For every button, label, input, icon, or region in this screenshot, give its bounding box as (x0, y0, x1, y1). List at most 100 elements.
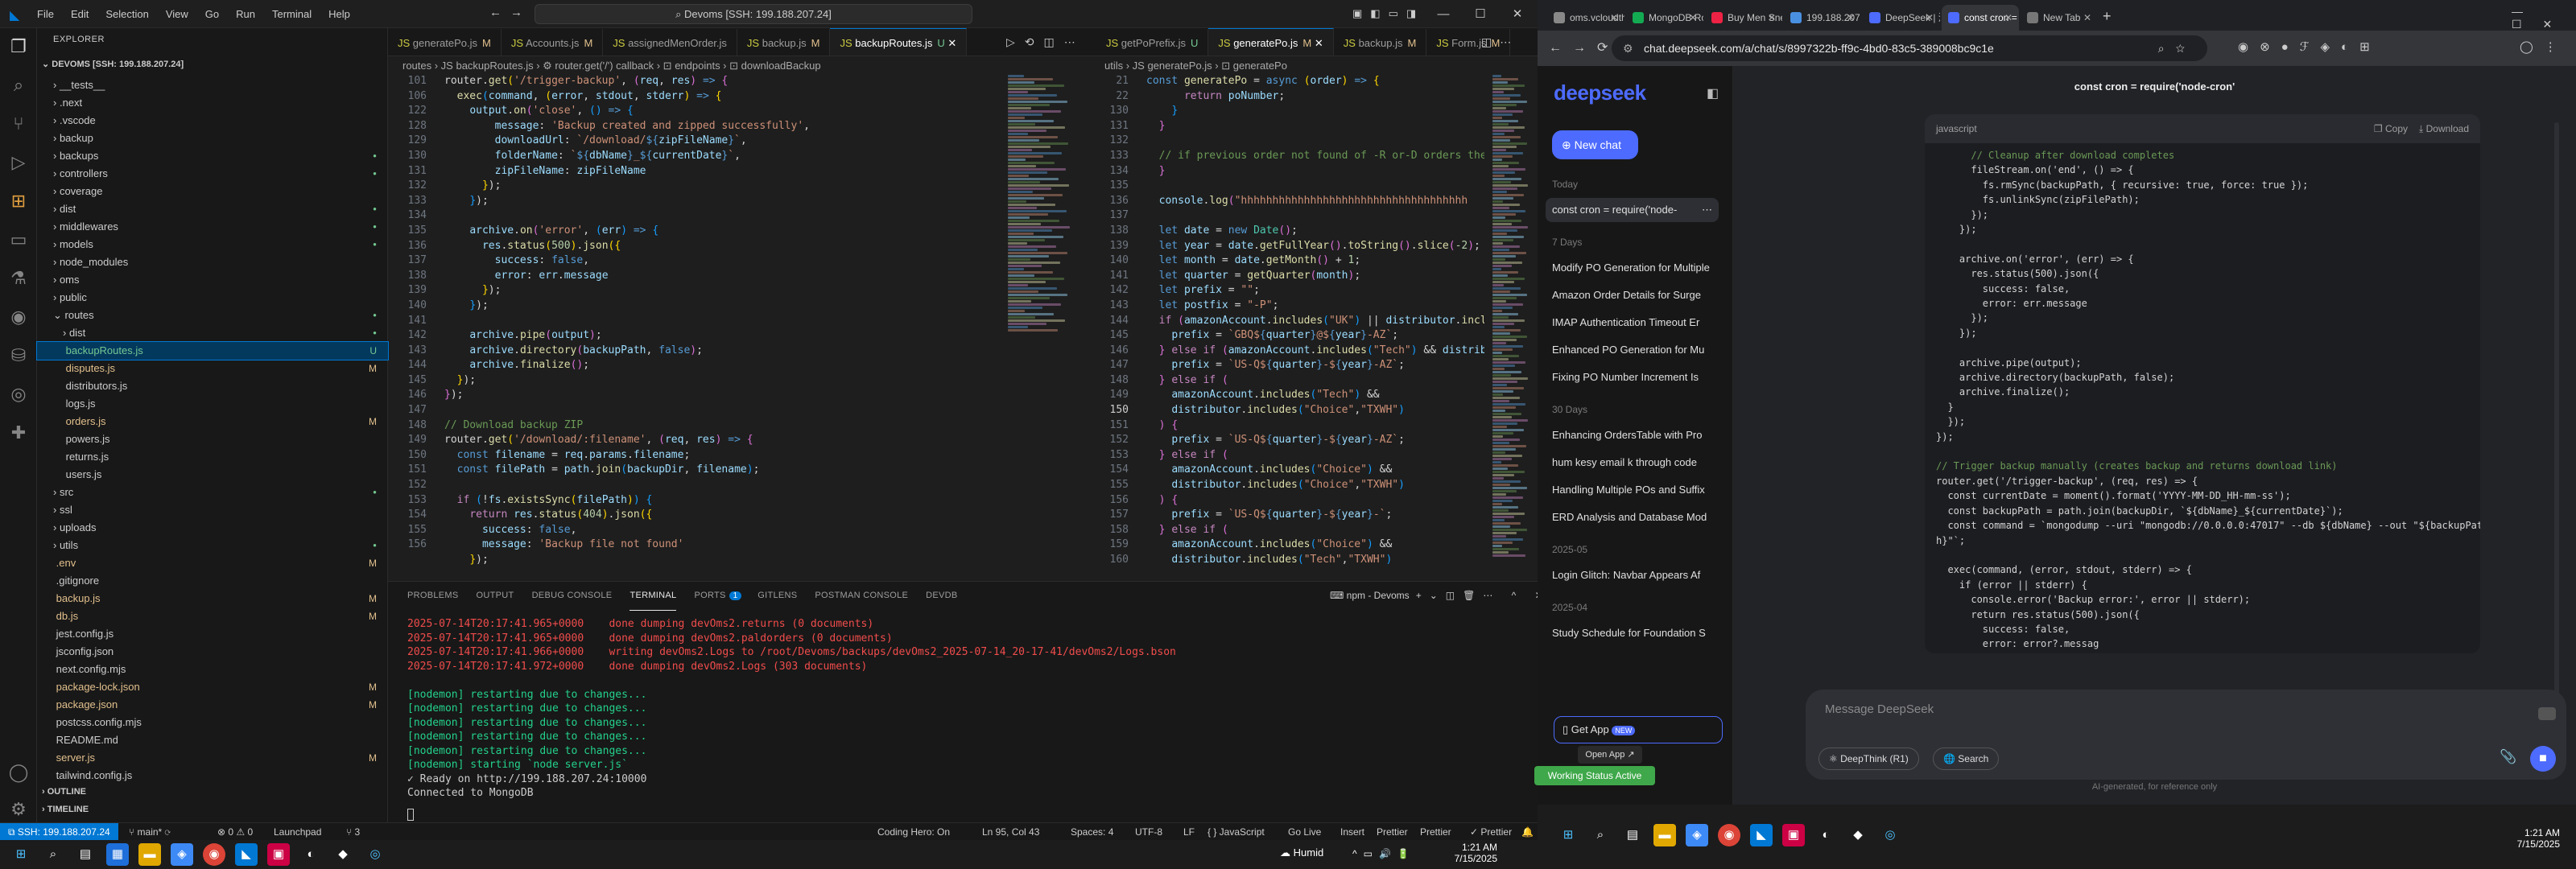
browser-tab[interactable]: const cron = ✕ (1942, 5, 2019, 31)
tree-item[interactable]: backupRoutes.js U (36, 341, 389, 360)
tree-item[interactable]: › .vscode (37, 112, 388, 130)
store-icon[interactable]: ◈ (171, 843, 193, 866)
ports-indicator[interactable]: ⑂ 3 (346, 823, 360, 841)
panel-tab-debug-console[interactable]: DEBUG CONSOLE (532, 582, 613, 610)
tree-item[interactable]: postcss.config.mjs (37, 714, 388, 731)
tree-item[interactable]: README.md (37, 731, 388, 749)
tree-item[interactable]: › uploads (37, 519, 388, 537)
tray-icons[interactable]: ^▭🔊🔋 (1352, 848, 1416, 859)
search-icon[interactable]: ⌕ (1589, 824, 1612, 846)
app-icon[interactable]: ▣ (1782, 824, 1805, 846)
panel-tab-postman-console[interactable]: POSTMAN CONSOLE (815, 582, 908, 610)
tree-item[interactable]: › backup (37, 130, 388, 147)
editor-tab[interactable]: JS generatePo.js M (388, 29, 502, 56)
open-app-tooltip[interactable]: Open App ↗ (1578, 746, 1642, 764)
windows-start-icon[interactable]: ⊞ (1557, 824, 1579, 846)
insert-mode[interactable]: Insert (1340, 823, 1364, 841)
tab-close-icon[interactable]: ✕ (1768, 5, 1776, 31)
message-composer[interactable]: Message DeepSeek ⚛ DeepThink (R1) 🌐 Sear… (1806, 690, 2566, 780)
search-icon[interactable]: ⌕ (42, 843, 64, 866)
close-button[interactable]: ✕ (1499, 0, 1536, 28)
tree-item[interactable]: server.js M (37, 749, 388, 767)
task-view-icon[interactable]: ▤ (1621, 824, 1644, 846)
app-icon[interactable]: ▣ (267, 843, 290, 866)
remote-explorer-icon[interactable]: ▭ (0, 221, 37, 258)
editor-tab[interactable]: JS backupRoutes.js U ✕ (830, 28, 968, 56)
history-item[interactable]: Fixing PO Number Increment Is (1546, 365, 1719, 389)
profile-menu[interactable]: ◯⋮ (2520, 39, 2568, 54)
nav-buttons[interactable]: ←→⟳ (1549, 39, 1619, 56)
collapse-sidebar-icon[interactable]: ◧ (1707, 85, 1719, 101)
chrome-window-controls[interactable]: —☐✕ (2512, 5, 2576, 31)
app-icon-2[interactable]: ◐ (1814, 824, 1837, 846)
code-editor-left[interactable]: router.get('/trigger-backup', (req, res)… (444, 74, 1008, 579)
tree-item[interactable]: disputes.js M (37, 360, 388, 377)
weather-widget[interactable]: ☁ Humid (1280, 846, 1323, 859)
puzzle-icon[interactable]: ✚ (0, 414, 37, 451)
tree-item[interactable]: › backups ● (37, 147, 388, 165)
attach-icon[interactable]: 📎 (2500, 749, 2516, 765)
close-icon[interactable]: ✕ (1311, 37, 1323, 49)
minimize-button[interactable]: — (1425, 0, 1462, 28)
tab-close-icon[interactable]: ✕ (1610, 5, 1618, 31)
breadcrumb-left[interactable]: routes › JS backupRoutes.js › ⚙ router.g… (402, 57, 1006, 75)
tab-close-icon[interactable]: ✕ (1847, 5, 1855, 31)
tree-item[interactable]: › public (37, 289, 388, 307)
history-item[interactable]: Enhanced PO Generation for Mu (1546, 338, 1719, 362)
tree-item[interactable]: orders.js M (37, 413, 388, 430)
menu-item-go[interactable]: Go (205, 0, 219, 28)
editor-tab[interactable]: JS backup.js M (1334, 29, 1427, 56)
tree-item[interactable]: › models ● (37, 236, 388, 253)
history-item[interactable]: Enhancing OrdersTable with Pro (1546, 423, 1719, 447)
editor-tab[interactable]: JS generatePo.js M ✕ (1208, 28, 1334, 56)
address-bar[interactable]: ⚙ chat.deepseek.com/a/chat/s/8997322b-ff9… (1612, 35, 2207, 61)
tree-item[interactable]: ⌄ routes ● (37, 307, 388, 324)
app-icon-4[interactable]: ◎ (1879, 824, 1901, 846)
tree-item[interactable]: › src ● (37, 484, 388, 501)
tree-item[interactable]: .gitignore (37, 572, 388, 590)
tree-item[interactable]: users.js (37, 466, 388, 484)
browser-tab[interactable]: DeepSeek | 深✕ (1863, 5, 1940, 31)
tree-item[interactable]: db.js M (37, 607, 388, 625)
file-explorer-icon[interactable]: ▬ (1653, 824, 1676, 846)
tree-item[interactable]: package.json M (37, 696, 388, 714)
tree-item[interactable]: .env M (37, 554, 388, 572)
tree-item[interactable]: › ssl (37, 501, 388, 519)
prettier-1[interactable]: Prettier (1377, 823, 1408, 841)
browser-tab[interactable]: 199.188.207 ✕ (1784, 5, 1861, 31)
testing-icon[interactable]: ⚗ (0, 260, 37, 297)
message-input[interactable]: Message DeepSeek (1825, 702, 1934, 716)
gitlens-icon[interactable]: ◉ (0, 299, 37, 336)
files-icon[interactable]: ❐ (0, 28, 37, 65)
task-view-icon[interactable]: ▤ (74, 843, 97, 866)
tree-item[interactable]: › dist ● (37, 324, 388, 342)
history-item[interactable]: Login Glitch: Navbar Appears Af (1546, 563, 1719, 587)
vscode-taskbar-icon[interactable]: ◣ (1750, 824, 1773, 846)
editor-tab[interactable]: JS getPoPrefix.js U (1096, 29, 1209, 56)
extension-icons[interactable]: ◉⊗●ℱ◈◐⊞ (2238, 39, 2381, 54)
voice-icon[interactable] (2538, 707, 2556, 720)
tree-item[interactable]: › __tests__ (37, 76, 388, 94)
tree-item[interactable]: › controllers ● (37, 165, 388, 183)
tree-item[interactable]: › dist ● (37, 200, 388, 218)
more-icon[interactable]: ⋯ (1702, 198, 1712, 222)
terminal-selector[interactable]: ⌨ npm - Devoms +⌄◫🗑⋯ ^ ✕ (1330, 582, 1551, 610)
site-info-icon[interactable]: ⚙ (1623, 35, 1633, 61)
editor-actions-right[interactable]: ◫⋯ (1481, 35, 1519, 49)
widgets-icon[interactable]: ▦ (106, 843, 129, 866)
menu-item-terminal[interactable]: Terminal (272, 0, 312, 28)
clock[interactable]: 1:21 AM 7/15/2025 (1441, 842, 1497, 864)
maximize-button[interactable]: ☐ (1462, 0, 1499, 28)
encoding[interactable]: UTF-8 (1135, 823, 1162, 841)
new-chat-button[interactable]: ⊕ New chat (1552, 130, 1638, 159)
tree-item[interactable]: package-lock.json M (37, 678, 388, 696)
back-arrow-icon[interactable]: ← (489, 6, 502, 19)
source-control-icon[interactable]: ⑂ (0, 105, 37, 142)
panel-tab-problems[interactable]: PROBLEMS (407, 582, 459, 610)
history-item[interactable]: Handling Multiple POs and Suffix (1546, 478, 1719, 502)
vscode-taskbar-icon[interactable]: ◣ (235, 843, 258, 866)
panel-tab-devdb[interactable]: DEVDB (926, 582, 957, 610)
code-block-content[interactable]: // Cleanup after download completes file… (1936, 148, 2480, 652)
editor-tab[interactable]: JS backup.js M (737, 29, 831, 56)
account-icon[interactable]: ◯ (0, 754, 37, 791)
